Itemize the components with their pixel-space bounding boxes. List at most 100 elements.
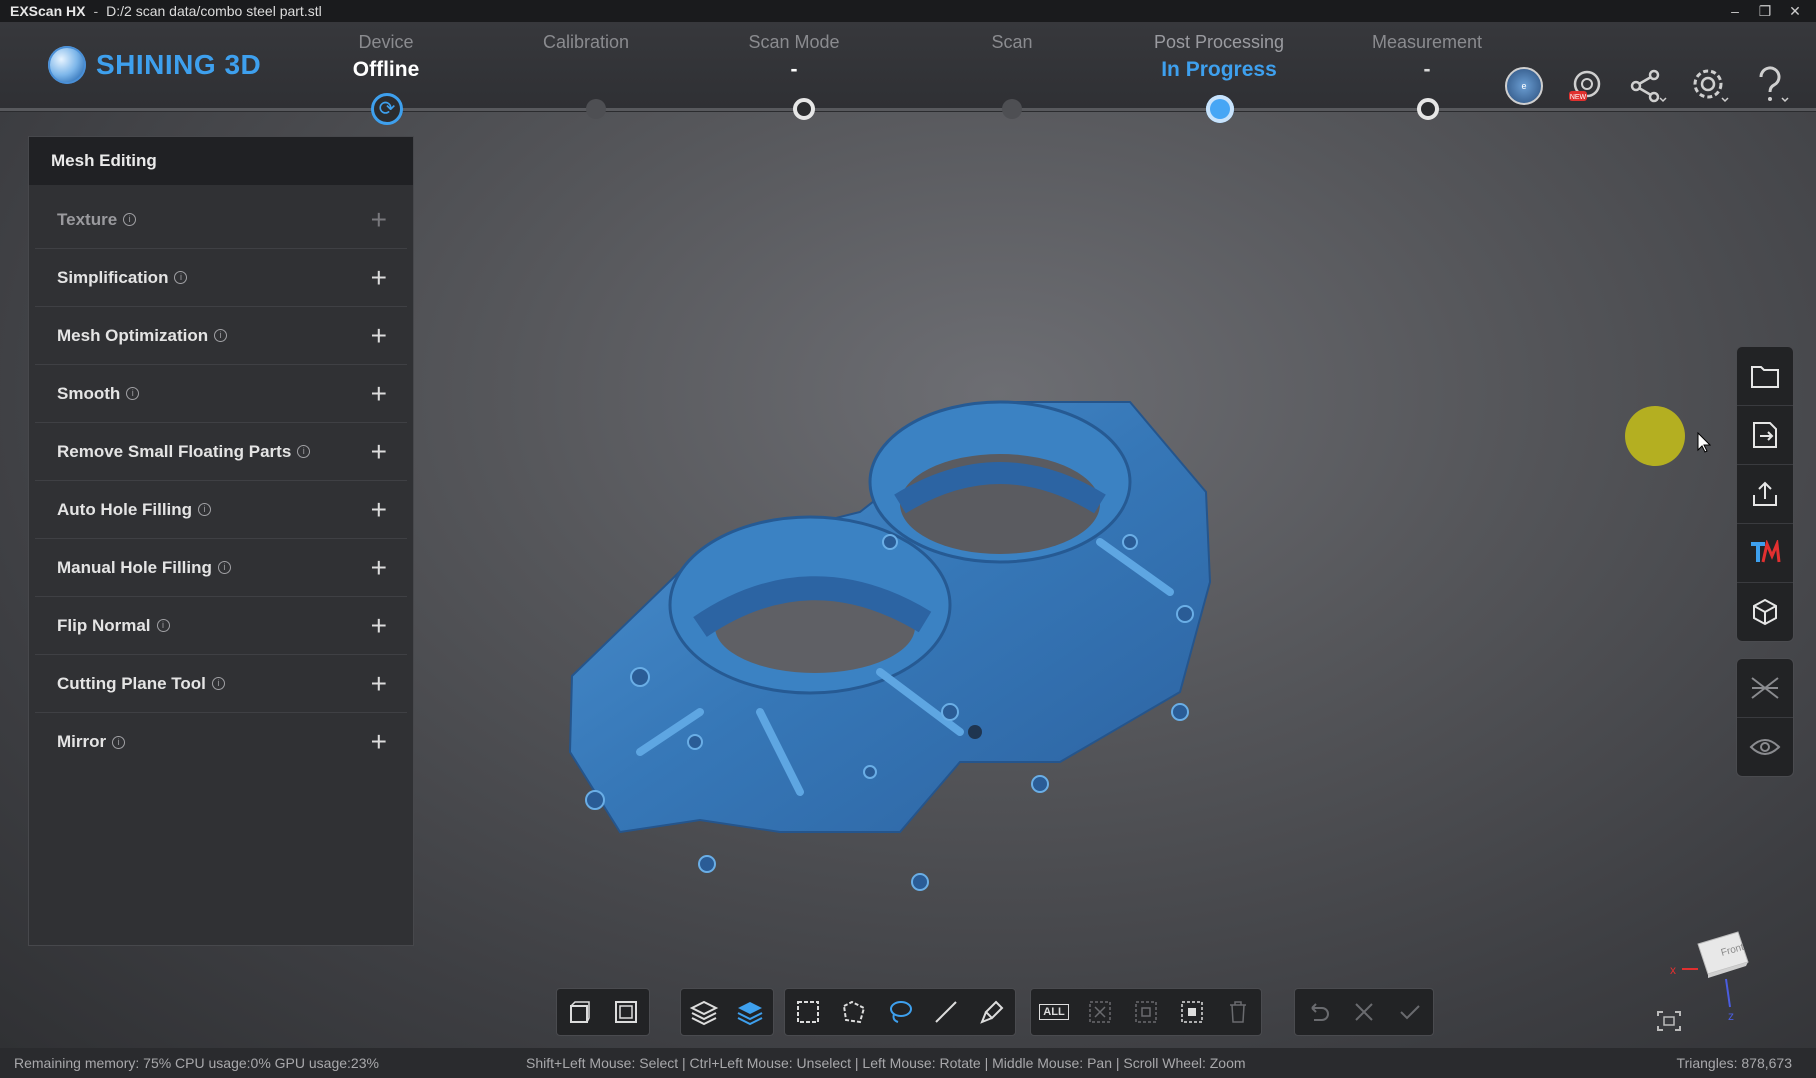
tool-label: Simplification i (57, 268, 188, 288)
axis-x-label: x (1670, 963, 1676, 977)
model-icon[interactable]: e (1504, 66, 1544, 106)
fit-view-icon[interactable] (1656, 1010, 1682, 1032)
tool-label: Manual Hole Filling i (57, 558, 231, 578)
select-all-button[interactable]: ALL (1031, 989, 1077, 1035)
step-dot-calibration[interactable] (586, 99, 606, 119)
expand-plus-icon[interactable]: + (371, 205, 387, 234)
info-icon[interactable]: i (123, 213, 137, 226)
visibility-button[interactable] (1737, 718, 1793, 776)
expand-plus-icon[interactable]: + (371, 495, 387, 524)
perspective-view-button[interactable] (557, 989, 603, 1035)
expand-plus-icon[interactable]: + (371, 611, 387, 640)
mouse-hints: Shift+Left Mouse: Select | Ctrl+Left Mou… (526, 1055, 1246, 1071)
step-scan-mode[interactable]: Scan Mode - (694, 32, 894, 82)
open-folder-button[interactable] (1737, 347, 1793, 406)
selection-edit-toolbar: ALL (1030, 988, 1262, 1036)
expand-plus-icon[interactable]: + (371, 263, 387, 292)
eye-icon (1749, 739, 1781, 755)
view-toolbar (556, 988, 650, 1036)
step-dot-post-processing[interactable] (1206, 95, 1234, 123)
confirm-toolbar (1294, 988, 1434, 1036)
mesh-view-button[interactable] (1737, 659, 1793, 718)
tool-label: Smooth i (57, 383, 140, 404)
tool-label: Auto Hole Filling i (57, 500, 212, 520)
expand-plus-icon[interactable]: + (371, 437, 387, 466)
step-dot-measurement[interactable] (1417, 98, 1439, 120)
info-icon[interactable]: i (297, 445, 311, 458)
help-icon[interactable] (1752, 66, 1792, 106)
info-icon[interactable]: i (112, 735, 126, 749)
check-icon (1400, 1005, 1420, 1020)
tool-manual-hole-filling[interactable]: Manual Hole Filling i + (35, 539, 407, 597)
undo-button[interactable] (1295, 989, 1341, 1035)
tool-mesh-optimization[interactable]: Mesh Optimization i + (35, 307, 407, 365)
texture-mapping-button[interactable] (1737, 524, 1793, 583)
settings-icon[interactable] (1690, 66, 1730, 106)
tool-label-text: Flip Normal (57, 615, 151, 635)
step-scan[interactable]: Scan (912, 32, 1112, 58)
line-select-button[interactable] (923, 989, 969, 1035)
expand-plus-icon[interactable]: + (371, 728, 387, 756)
info-icon[interactable]: i (211, 677, 225, 690)
info-icon[interactable]: i (126, 387, 140, 400)
folder-icon (1751, 366, 1779, 388)
tool-label-text: Cutting Plane Tool (57, 673, 206, 693)
expand-plus-icon[interactable]: + (371, 553, 387, 582)
triangle-count: Triangles: 878,673 (1676, 1055, 1792, 1071)
tool-label: Mesh Optimization i (57, 326, 228, 346)
tool-label-text: Smooth (57, 383, 121, 403)
expand-plus-icon[interactable]: + (371, 321, 387, 350)
deselect-button[interactable] (1077, 989, 1123, 1035)
info-icon[interactable]: i (198, 503, 212, 516)
import-button[interactable] (1737, 406, 1793, 465)
share-icon[interactable] (1628, 66, 1668, 106)
step-value: Offline (352, 58, 420, 81)
3d-view-button[interactable] (1737, 583, 1793, 641)
select-visible-button[interactable] (727, 989, 773, 1035)
tool-cutting-plane[interactable]: Cutting Plane Tool i + (35, 655, 407, 713)
line-icon (935, 1001, 957, 1023)
tool-flip-normal[interactable]: Flip Normal i + (35, 597, 407, 655)
step-device[interactable]: Device Offline (286, 32, 486, 82)
export-button[interactable] (1737, 465, 1793, 524)
file-path: D:/2 scan data/combo steel part.stl (106, 3, 322, 19)
step-calibration[interactable]: Calibration (486, 32, 686, 58)
lasso-select-button[interactable] (877, 989, 923, 1035)
polygon-select-button[interactable] (831, 989, 877, 1035)
info-icon[interactable]: i (156, 619, 170, 632)
tool-texture[interactable]: Texture i + (35, 191, 407, 249)
select-connected-button[interactable] (1169, 989, 1215, 1035)
upload-icon (1753, 481, 1777, 506)
tool-remove-floating-parts[interactable]: Remove Small Floating Parts i + (35, 423, 407, 481)
step-post-processing[interactable]: Post Processing In Progress (1119, 32, 1319, 82)
select-through-button[interactable] (681, 989, 727, 1035)
brush-select-button[interactable] (969, 989, 1015, 1035)
step-dot-scan[interactable] (1002, 99, 1022, 119)
apply-button[interactable] (1387, 989, 1433, 1035)
expand-plus-icon[interactable]: + (371, 669, 387, 698)
rectangle-select-button[interactable] (785, 989, 831, 1035)
step-measurement[interactable]: Measurement - (1327, 32, 1527, 82)
minimize-button[interactable]: – (1720, 0, 1750, 22)
step-dot-scan-mode[interactable] (793, 98, 815, 120)
new-feature-icon[interactable]: NEW (1566, 66, 1606, 106)
invert-selection-button[interactable] (1123, 989, 1169, 1035)
orthographic-view-button[interactable] (603, 989, 649, 1035)
polygon-select-icon (842, 1000, 866, 1024)
tool-mirror[interactable]: Mirror i + (35, 713, 407, 771)
restore-button[interactable]: ❐ (1750, 0, 1780, 22)
expand-plus-icon[interactable]: + (371, 379, 387, 408)
lasso-icon (890, 1001, 912, 1023)
delete-selection-button[interactable] (1215, 989, 1261, 1035)
tool-auto-hole-filling[interactable]: Auto Hole Filling i + (35, 481, 407, 539)
info-icon[interactable]: i (174, 271, 188, 284)
tool-simplification[interactable]: Simplification i + (35, 249, 407, 307)
tool-smooth[interactable]: Smooth i + (35, 365, 407, 423)
close-button[interactable]: ✕ (1780, 0, 1810, 22)
info-icon[interactable]: i (214, 329, 228, 342)
title-separator: - (93, 3, 99, 19)
sync-icon[interactable]: ⟳ (371, 93, 403, 125)
cancel-button[interactable] (1341, 989, 1387, 1035)
info-icon[interactable]: i (217, 561, 231, 574)
rectangle-select-icon (797, 1001, 819, 1023)
